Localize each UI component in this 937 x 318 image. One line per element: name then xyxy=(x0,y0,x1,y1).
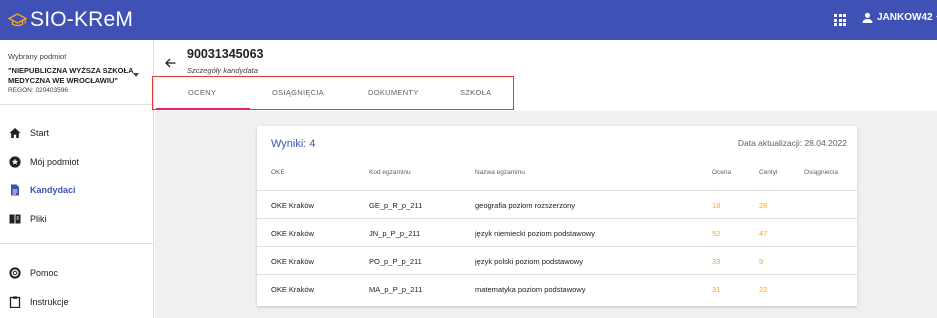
results-count: Wyniki: 4 xyxy=(271,138,316,150)
cell-exam-name: język niemiecki poziom podstawowy xyxy=(475,229,596,238)
cell-exam-code: MA_p_P_p_211 xyxy=(369,285,423,294)
sidebar-divider xyxy=(0,104,154,105)
cell-grade: 52 xyxy=(712,229,721,238)
app-brand: SIO-KReM xyxy=(30,8,134,31)
cell-exam-code: PO_p_P_p_211 xyxy=(369,257,422,266)
table-row[interactable]: OKE Kraków MA_p_P_p_211 matematyka pozio… xyxy=(257,274,857,302)
column-header-achievements[interactable]: Osiągniecia xyxy=(804,169,838,176)
cell-grade: 18 xyxy=(712,201,721,210)
sidebar-item-start[interactable]: Start xyxy=(0,123,153,143)
home-icon xyxy=(9,127,21,139)
candidate-id: 90031345063 xyxy=(187,47,264,61)
sidebar-item-label: Pomoc xyxy=(30,268,59,278)
sidebar-item-files[interactable]: Pliki xyxy=(0,209,153,229)
entity-label: Wybrany podmiot xyxy=(8,52,67,61)
update-date: Data aktualizacji: 28.04.2022 xyxy=(737,138,847,148)
cell-grade: 33 xyxy=(712,257,721,266)
column-header-centile[interactable]: Centyl xyxy=(759,169,777,176)
entity-regon: REGON: 020403596 xyxy=(8,87,68,94)
cell-oke: OKE Kraków xyxy=(271,285,314,294)
cell-exam-code: JN_p_P_p_211 xyxy=(369,229,421,238)
apps-grid-icon[interactable] xyxy=(834,14,846,26)
cell-oke: OKE Kraków xyxy=(271,229,314,238)
table-row[interactable]: OKE Kraków GE_p_R_p_211 geografia poziom… xyxy=(257,190,857,218)
star-circle-icon xyxy=(9,156,21,168)
sidebar-item-label: Kandydaci xyxy=(30,185,76,195)
entity-caret-icon[interactable] xyxy=(133,73,139,77)
tab-achievements[interactable]: OSIĄGNIĘCIA xyxy=(272,88,324,97)
results-card: Wyniki: 4 Data aktualizacji: 28.04.2022 … xyxy=(257,126,857,306)
sidebar-item-help[interactable]: Pomoc xyxy=(0,263,153,283)
user-menu[interactable]: JANKOW42 xyxy=(862,12,937,23)
user-name: JANKOW42 xyxy=(877,12,933,23)
sidebar-divider xyxy=(0,243,154,244)
clipboard-icon xyxy=(9,296,21,308)
graduation-cap-icon xyxy=(8,13,27,27)
column-header-oke[interactable]: OKE xyxy=(271,169,285,176)
tab-school[interactable]: SZKOŁA xyxy=(460,88,491,97)
cell-centile: 22 xyxy=(759,285,768,294)
table-row[interactable]: OKE Kraków PO_p_P_p_211 język polski poz… xyxy=(257,246,857,274)
column-header-exam-name[interactable]: Nazwa egzaminu xyxy=(475,169,525,176)
sidebar: Wybrany podmiot "NIEPUBLICZNA WYŻSZA SZK… xyxy=(0,40,154,318)
arrow-back-icon[interactable] xyxy=(165,55,176,73)
app-bar: SIO-KReM JANKOW42 xyxy=(0,0,937,40)
sidebar-item-label: Mój podmiot xyxy=(30,157,80,167)
person-icon xyxy=(862,12,873,23)
sidebar-item-my-entity[interactable]: Mój podmiot xyxy=(0,152,153,172)
sidebar-item-label: Pliki xyxy=(30,214,47,224)
candidate-subtitle: Szczegóły kandydata xyxy=(187,66,258,75)
help-lifebuoy-icon xyxy=(9,267,21,279)
cell-oke: OKE Kraków xyxy=(271,201,314,210)
cell-centile: 9 xyxy=(759,257,764,266)
entity-select[interactable]: "NIEPUBLICZNA WYŻSZA SZKOŁA MEDYCZNA WE … xyxy=(8,66,136,85)
table-row[interactable]: OKE Kraków JN_p_P_p_211 język niemiecki … xyxy=(257,218,857,246)
cell-exam-name: język polski poziom podstawowy xyxy=(475,257,583,266)
app-logo[interactable]: SIO-KReM xyxy=(8,8,133,32)
column-header-grade[interactable]: Ocena xyxy=(712,169,731,176)
book-icon xyxy=(9,213,21,225)
tab-documents[interactable]: DOKUMENTY xyxy=(368,88,419,97)
sidebar-item-label: Instrukcje xyxy=(30,297,69,307)
tab-grades[interactable]: OCENY xyxy=(188,88,216,97)
document-icon xyxy=(9,184,21,196)
cell-centile: 28 xyxy=(759,201,768,210)
sidebar-item-instructions[interactable]: Instrukcje xyxy=(0,292,153,312)
cell-oke: OKE Kraków xyxy=(271,257,314,266)
cell-exam-name: geografia poziom rozszerzony xyxy=(475,201,576,210)
sidebar-item-candidates[interactable]: Kandydaci xyxy=(0,180,153,200)
cell-centile: 47 xyxy=(759,229,768,238)
cell-grade: 31 xyxy=(712,285,721,294)
sidebar-item-label: Start xyxy=(30,128,50,138)
column-header-exam-code[interactable]: Kod egzaminu xyxy=(369,169,411,176)
cell-exam-name: matematyka poziom podstawowy xyxy=(475,285,586,294)
cell-exam-code: GE_p_R_p_211 xyxy=(369,201,423,210)
active-tab-indicator xyxy=(156,108,250,110)
